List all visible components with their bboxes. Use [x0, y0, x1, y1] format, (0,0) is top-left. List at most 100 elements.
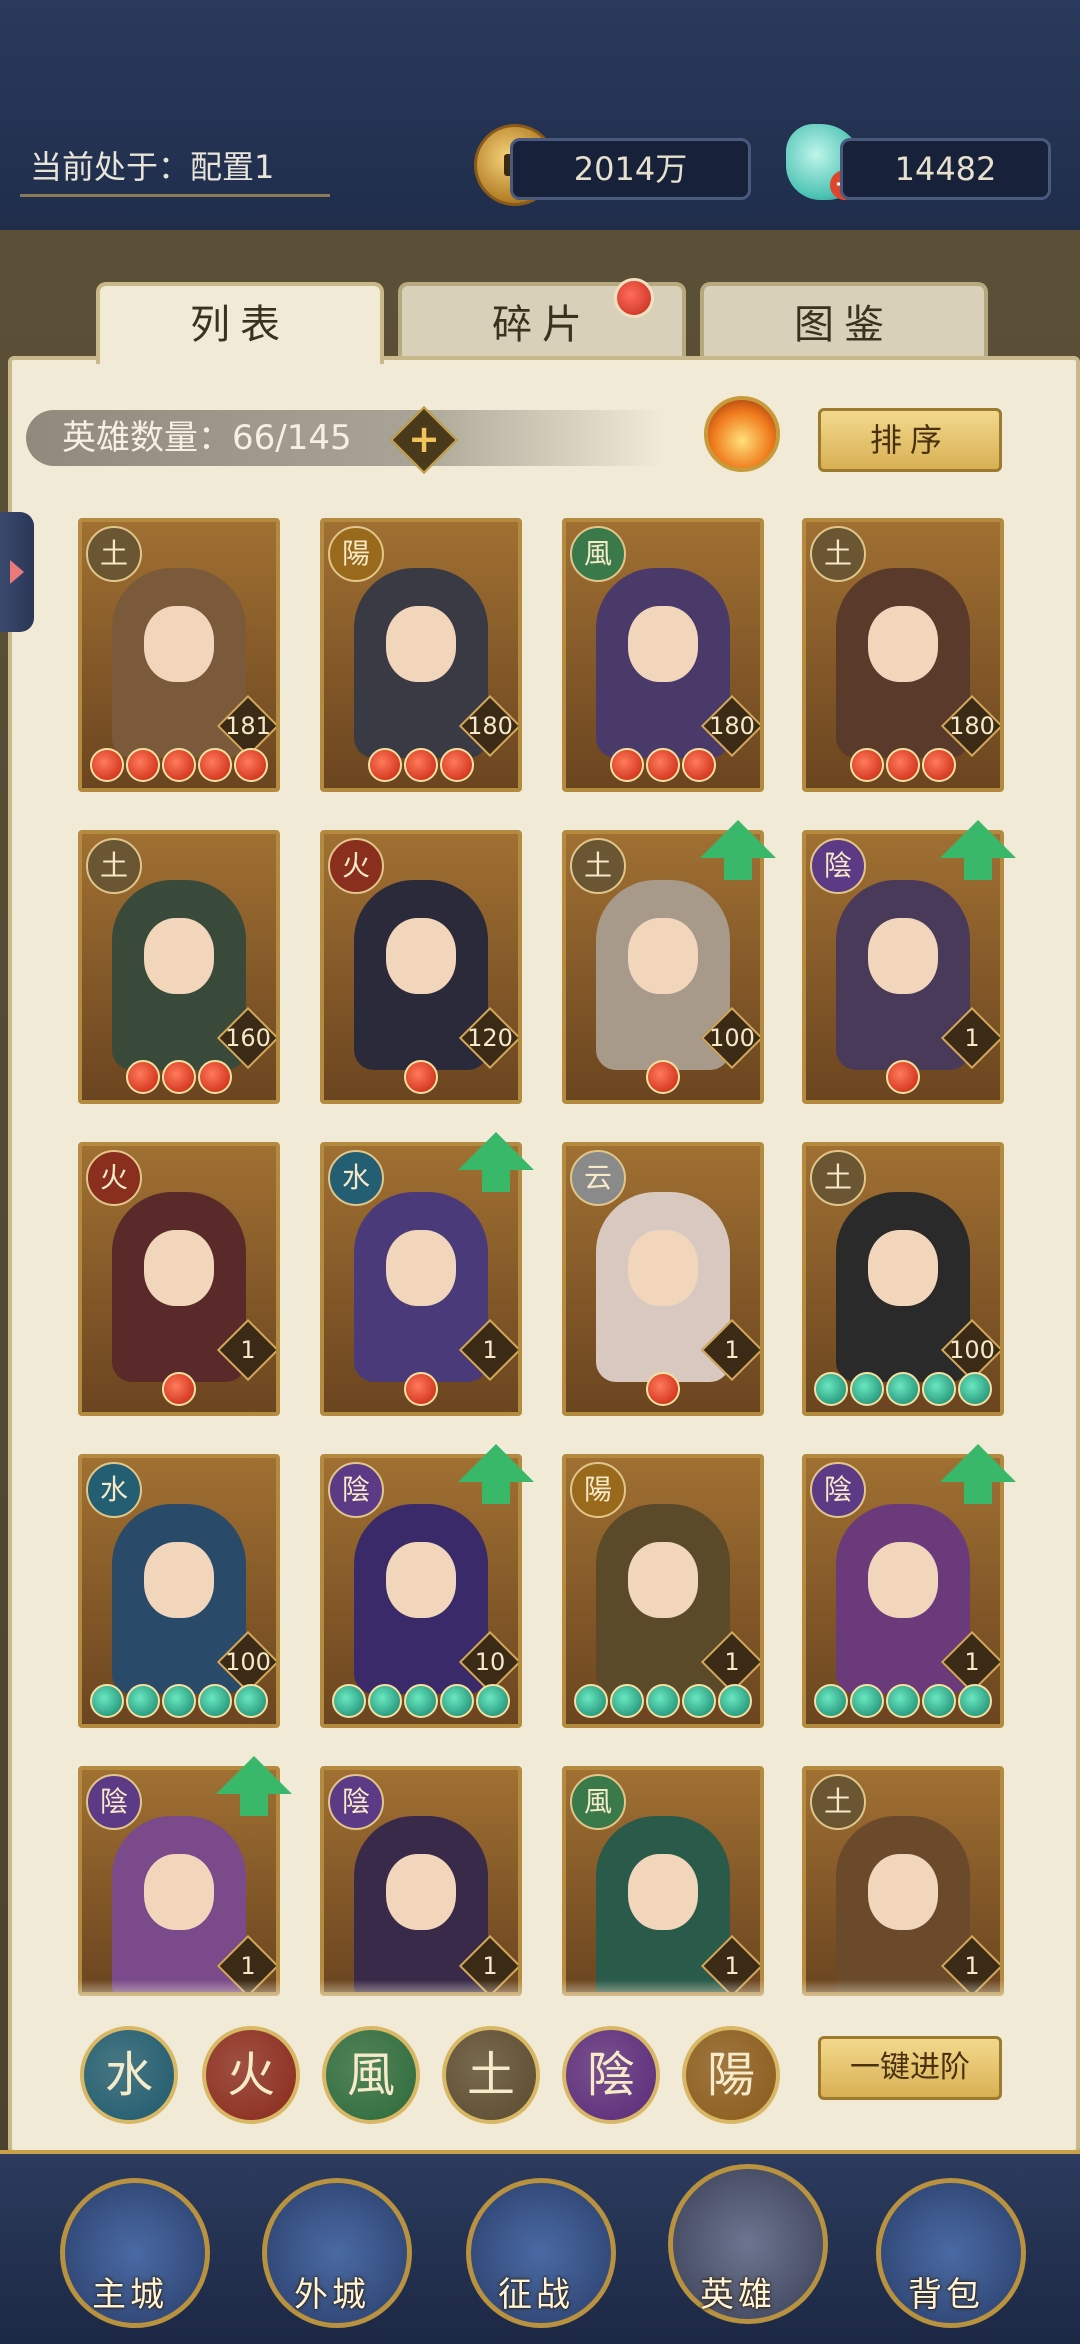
hero-stars [566, 748, 760, 782]
hero-card[interactable]: 土 100 [802, 1142, 1004, 1416]
element-badge-icon: 土 [86, 526, 142, 582]
star-icon [646, 1684, 680, 1718]
star-icon [90, 748, 124, 782]
element-filter-button[interactable]: 陽 [682, 2026, 780, 2124]
star-icon [162, 1060, 196, 1094]
hero-card[interactable]: 陽1 [562, 1454, 764, 1728]
element-badge-icon: 陰 [810, 1462, 866, 1518]
star-icon [198, 748, 232, 782]
star-icon [332, 1684, 366, 1718]
star-icon [814, 1372, 848, 1406]
hero-card[interactable]: 火 120 [320, 830, 522, 1104]
star-icon [886, 1684, 920, 1718]
element-badge-icon: 陽 [328, 526, 384, 582]
element-badge-icon: 水 [328, 1150, 384, 1206]
nav-label[interactable]: 英雄 [668, 2270, 808, 2320]
star-icon [126, 1684, 160, 1718]
hero-level: 1 [240, 1336, 256, 1364]
star-icon [922, 1372, 956, 1406]
element-filter-button[interactable]: 陰 [562, 2026, 660, 2124]
tab-codex[interactable]: 图鉴 [700, 282, 988, 364]
hero-card[interactable]: 陰1 [320, 1766, 522, 1996]
element-filter-button[interactable]: 水 [80, 2026, 178, 2124]
star-icon [646, 1372, 680, 1406]
nav-label[interactable]: 主城 [60, 2270, 200, 2320]
hero-level: 160 [225, 1024, 271, 1052]
star-icon [368, 748, 402, 782]
hero-level: 1 [724, 1952, 740, 1980]
star-icon [718, 1684, 752, 1718]
star-icon [234, 748, 268, 782]
element-badge-icon: 土 [86, 838, 142, 894]
hero-level: 1 [964, 1648, 980, 1676]
hero-card[interactable]: 水 100 [78, 1454, 280, 1728]
upgrade-arrow-icon [940, 1444, 1016, 1504]
tab-list[interactable]: 列表 [96, 282, 384, 364]
star-icon [404, 1684, 438, 1718]
nav-label[interactable]: 背包 [876, 2270, 1016, 2320]
hero-card[interactable]: 風1 [562, 1766, 764, 1996]
element-badge-icon: 陰 [86, 1774, 142, 1830]
hero-card[interactable]: 火1 [78, 1142, 280, 1416]
hero-level: 120 [467, 1024, 513, 1052]
hero-card[interactable]: 土 180 [802, 518, 1004, 792]
nav-label[interactable]: 外城 [262, 2270, 402, 2320]
nav-label[interactable]: 征战 [466, 2270, 606, 2320]
star-icon [682, 748, 716, 782]
element-filter-button[interactable]: 土 [442, 2026, 540, 2124]
element-badge-icon: 土 [570, 838, 626, 894]
star-icon [198, 1060, 232, 1094]
hero-stars [82, 1060, 276, 1094]
hero-card[interactable]: 陽 180 [320, 518, 522, 792]
element-badge-icon: 陰 [810, 838, 866, 894]
sort-button[interactable]: 排序 [818, 408, 1002, 472]
element-badge-icon: 土 [810, 526, 866, 582]
hero-face [386, 918, 456, 994]
star-icon [440, 748, 474, 782]
element-badge-icon: 風 [570, 526, 626, 582]
hero-face [144, 606, 214, 682]
hero-face [628, 1854, 698, 1930]
hero-level: 1 [964, 1024, 980, 1052]
hero-face [868, 918, 938, 994]
hero-card[interactable]: 風 180 [562, 518, 764, 792]
element-filter-button[interactable]: 風 [322, 2026, 420, 2124]
star-icon [90, 1684, 124, 1718]
gold-amount: 2014万 [510, 138, 751, 200]
element-filter-button[interactable]: 火 [202, 2026, 300, 2124]
advance-all-button[interactable]: 一键进阶 [818, 2036, 1002, 2100]
star-icon [404, 748, 438, 782]
star-icon [162, 1684, 196, 1718]
hero-stars [806, 1060, 1000, 1094]
star-icon [440, 1684, 474, 1718]
hero-face [386, 1230, 456, 1306]
hero-level: 10 [474, 1648, 506, 1676]
hero-stars [82, 1684, 276, 1718]
element-badge-icon: 風 [570, 1774, 626, 1830]
element-badge-icon: 陰 [328, 1462, 384, 1518]
star-icon [404, 1060, 438, 1094]
config-label[interactable]: 当前处于：配置1 [20, 140, 330, 197]
hero-face [868, 1230, 938, 1306]
hero-card[interactable]: 土 181 [78, 518, 280, 792]
star-icon [476, 1684, 510, 1718]
star-icon [850, 1684, 884, 1718]
star-icon [850, 1372, 884, 1406]
hero-card[interactable]: 土1 [802, 1766, 1004, 1996]
hero-face [868, 606, 938, 682]
hero-level: 180 [467, 712, 513, 740]
hero-face [868, 1854, 938, 1930]
hero-card[interactable]: 土 160 [78, 830, 280, 1104]
star-icon [368, 1684, 402, 1718]
hero-count: 英雄数量：66/145 [26, 410, 662, 466]
hero-card[interactable]: 云1 [562, 1142, 764, 1416]
fire-icon[interactable] [704, 396, 780, 472]
star-icon [162, 748, 196, 782]
hero-level: 180 [949, 712, 995, 740]
element-badge-icon: 云 [570, 1150, 626, 1206]
hero-level: 100 [949, 1336, 995, 1364]
star-icon [162, 1372, 196, 1406]
element-badge-icon: 陽 [570, 1462, 626, 1518]
element-badge-icon: 土 [810, 1774, 866, 1830]
side-expand-arrow-icon[interactable] [0, 512, 34, 632]
